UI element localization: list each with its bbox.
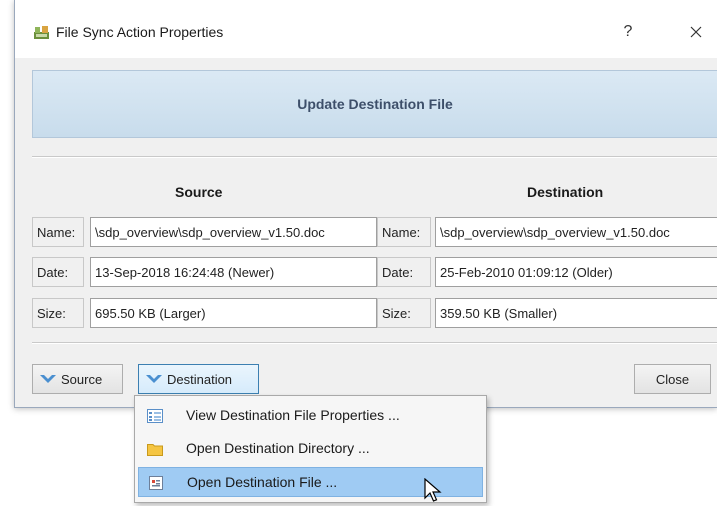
menu-item-label: Open Destination Directory ... [186,440,370,456]
sync-app-icon [34,26,49,39]
destination-button-label: Destination [167,371,233,387]
mouse-cursor-icon [424,478,442,502]
document-icon [149,476,163,490]
window-title: File Sync Action Properties [56,24,224,40]
destination-heading: Destination [527,184,604,200]
destination-size-label: Size: [377,298,431,328]
folder-icon [147,444,163,456]
properties-icon [147,409,163,423]
source-date-field[interactable]: 13-Sep-2018 16:24:48 (Newer) [90,257,377,287]
action-banner: Update Destination File [32,70,717,138]
help-button[interactable]: ? [607,16,649,48]
destination-menu-button[interactable]: Destination [138,364,259,394]
source-heading: Source [175,184,223,200]
menu-item-label: View Destination File Properties ... [186,407,400,423]
divider [32,342,717,344]
destination-name-label: Name: [377,217,431,247]
close-icon [690,26,702,38]
source-date-label: Date: [32,257,84,287]
menu-item-view-properties[interactable]: View Destination File Properties ... [138,401,483,431]
menu-item-open-directory[interactable]: Open Destination Directory ... [138,434,483,464]
close-button-label: Close [655,371,690,387]
close-button[interactable]: Close [634,364,711,394]
close-window-button[interactable] [675,16,717,48]
chevron-down-icon [40,375,56,383]
divider [32,156,717,158]
source-name-field[interactable]: \sdp_overview\sdp_overview_v1.50.doc [90,217,377,247]
source-menu-button[interactable]: Source [32,364,123,394]
destination-date-field[interactable]: 25-Feb-2010 01:09:12 (Older) [435,257,717,287]
menu-item-label: Open Destination File ... [187,474,338,490]
source-size-label: Size: [32,298,84,328]
source-button-label: Source [61,371,103,387]
file-sync-action-properties-dialog: File Sync Action Properties ? Update Des… [14,0,717,408]
chevron-down-icon [146,375,162,383]
source-name-label: Name: [32,217,84,247]
destination-size-field[interactable]: 359.50 KB (Smaller) [435,298,717,328]
source-size-field[interactable]: 695.50 KB (Larger) [90,298,377,328]
title-bar: File Sync Action Properties ? [15,0,717,58]
destination-date-label: Date: [377,257,431,287]
action-title: Update Destination File [297,96,453,112]
destination-name-field[interactable]: \sdp_overview\sdp_overview_v1.50.doc [435,217,717,247]
